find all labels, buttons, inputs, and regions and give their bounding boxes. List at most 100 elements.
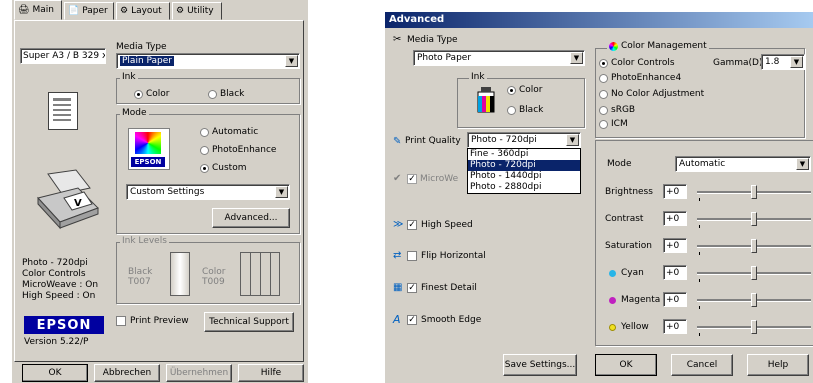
ink-black-radio[interactable] [507,106,516,115]
mode-automatic-radio[interactable] [200,128,209,137]
cm-icm-label: ICM [611,119,628,129]
finest-detail-icon: ▦ [393,282,403,293]
ink-black-label: Black [220,89,245,99]
cm-photoenhance-radio[interactable] [599,74,608,83]
dropdown-option[interactable]: Photo - 1440dpi [468,171,580,182]
print-quality-select[interactable]: Photo - 720dpi ▼ [467,132,581,148]
svg-text:V: V [74,198,82,209]
cyan-dot-icon [609,270,616,277]
magenta-thumb[interactable] [751,293,757,307]
yellow-thumb[interactable] [751,320,757,334]
ok-button[interactable]: OK [595,354,657,376]
cm-no-adjustment-label: No Color Adjustment [611,89,705,99]
mode-label: Mode [607,159,632,169]
black-cartridge-label: Black [128,267,153,277]
saturation-thumb[interactable] [751,239,757,253]
microweave-checkbox[interactable]: ✓ [407,174,417,184]
smooth-edge-checkbox[interactable]: ✓ [407,315,417,325]
microweave-label: MicroWe [420,174,459,184]
dropdown-option[interactable]: Photo - 720dpi [468,160,580,171]
ink-group-title: Ink [469,72,487,82]
color-wheel-icon [609,41,618,51]
ubernehmen-button[interactable]: Übernehmen [166,364,232,382]
mode-custom-radio[interactable] [200,164,209,173]
mode-photoenhance-radio[interactable] [200,146,209,155]
dropdown-option[interactable]: Fine - 360dpi [468,149,580,160]
mode-group-title: Mode [120,108,149,118]
contrast-thumb[interactable] [751,212,757,226]
high-speed-icon: ≫ [393,219,404,230]
cm-no-adjustment-radio[interactable] [599,90,608,99]
brightness-thumb[interactable] [751,185,757,199]
chevron-down-icon[interactable]: ▼ [566,134,579,146]
paper-size-field[interactable]: Super A3 / B 329 x ... [20,48,106,64]
epson-logo: EPSON [24,316,104,334]
dropdown-option[interactable]: Photo - 2880dpi [468,182,580,193]
mode-select[interactable]: Automatic ▼ [675,156,811,172]
high-speed-checkbox[interactable]: ✓ [407,220,417,230]
tab-main[interactable]: 🖨 Main [14,0,62,20]
print-preview-label: Print Preview [130,316,189,326]
tab-layout[interactable]: ⚙ Layout [116,2,170,20]
black-cartridge-code: T007 [128,277,151,287]
page-preview-icon [48,92,78,130]
ink-color-radio[interactable] [507,86,516,95]
brightness-input[interactable]: +0 [663,184,687,199]
flip-horizontal-icon: ⇄ [393,250,402,261]
contrast-input[interactable]: +0 [663,211,687,226]
slider-tick [699,279,700,282]
summary-quality: Photo - 720dpi [22,258,88,268]
tab-utility[interactable]: ⚙ Utility [172,2,222,20]
save-settings-button[interactable]: Save Settings... [503,354,577,376]
black-cartridge-icon [170,252,190,296]
chevron-down-icon[interactable]: ▼ [570,52,583,64]
yellow-input[interactable]: +0 [663,319,687,334]
advanced-dialog: Advanced ✂ Media Type Photo Paper ▼ Ink … [385,12,813,383]
abbrechen-button[interactable]: Abbrechen [94,364,160,382]
print-quality-dropdown-list: Fine - 360dpi Photo - 720dpi Photo - 144… [467,148,581,194]
color-management-title: Color Management [607,41,709,51]
printer-properties-dialog: 🖨 Main 📄 Paper ⚙ Layout ⚙ Utility Super A3 /… [12,0,308,383]
cyan-thumb[interactable] [751,266,757,280]
window-title: Advanced [389,14,445,25]
saturation-label: Saturation [605,241,652,251]
ink-group-title: Ink [120,72,138,82]
color-cartridge-label: Color [202,267,226,277]
cm-color-controls-radio[interactable] [599,59,608,68]
cancel-button[interactable]: Cancel [671,354,733,376]
saturation-input[interactable]: +0 [663,238,687,253]
ink-color-radio[interactable] [134,90,143,99]
gamma-select[interactable]: 1.8 ▼ [761,54,805,70]
cm-icm-radio[interactable] [599,120,608,129]
cm-srgb-radio[interactable] [599,106,608,115]
flip-horizontal-checkbox[interactable] [407,251,417,261]
magenta-input[interactable]: +0 [663,292,687,307]
tab-paper[interactable]: 📄 Paper [64,2,114,20]
cyan-input[interactable]: +0 [663,265,687,280]
ink-bottle-icon [475,86,497,114]
print-preview-checkbox[interactable] [116,316,126,326]
media-type-select[interactable]: Plain Paper ▼ [116,53,300,69]
custom-settings-select[interactable]: Custom Settings ▼ [126,184,290,200]
magenta-dot-icon [609,297,616,304]
finest-detail-checkbox[interactable]: ✓ [407,283,417,293]
summary-microweave: MicroWeave : On [22,280,99,290]
ink-color-label: Color [519,85,543,95]
ok-button[interactable]: OK [22,364,88,382]
slider-tick [699,333,700,336]
smooth-edge-label: Smooth Edge [421,315,482,325]
brightness-label: Brightness [605,187,653,197]
advanced-button[interactable]: Advanced... [212,208,290,228]
technical-support-button[interactable]: Technical Support [204,312,294,332]
chevron-down-icon[interactable]: ▼ [275,186,288,198]
hilfe-button[interactable]: Hilfe [238,364,304,382]
help-button[interactable]: Help [747,354,809,376]
summary-highspeed: High Speed : On [22,291,96,301]
media-type-select[interactable]: Photo Paper ▼ [413,50,585,66]
chevron-down-icon[interactable]: ▼ [796,158,809,170]
chevron-down-icon[interactable]: ▼ [790,56,803,68]
chevron-down-icon[interactable]: ▼ [285,55,298,67]
ink-color-label: Color [146,89,170,99]
slider-tick [699,225,700,228]
ink-black-radio[interactable] [208,90,217,99]
